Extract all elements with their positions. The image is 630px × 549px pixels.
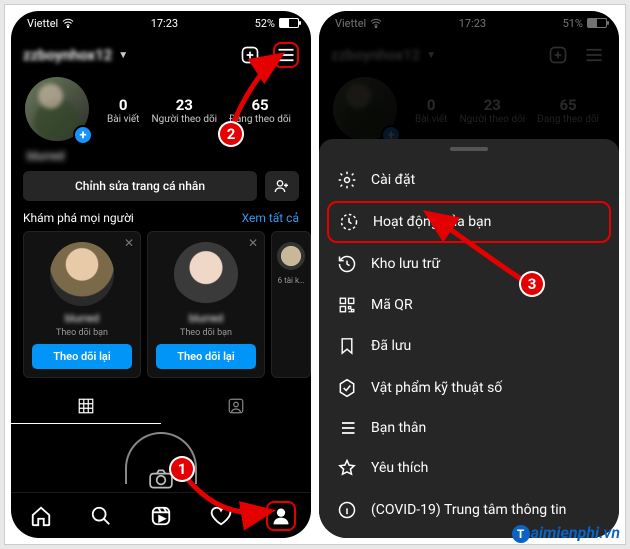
nav-search[interactable] bbox=[86, 501, 116, 531]
chevron-down-icon[interactable]: ▼ bbox=[118, 50, 128, 61]
menu-close-friends[interactable]: Bạn thân bbox=[319, 409, 619, 447]
follow-back-button[interactable]: Theo dõi lại bbox=[32, 344, 132, 369]
menu-label: Mã QR bbox=[371, 297, 413, 313]
grid-tab[interactable] bbox=[11, 388, 161, 424]
menu-qr[interactable]: Mã QR bbox=[319, 285, 619, 325]
menu-label: Kho lưu trữ bbox=[371, 256, 440, 272]
info-icon bbox=[337, 500, 357, 520]
annotation-step-3: 3 bbox=[519, 271, 545, 297]
history-icon bbox=[337, 254, 357, 274]
annotation-step-1: 1 bbox=[169, 456, 195, 482]
display-name: blurred bbox=[11, 145, 311, 171]
wifi-icon bbox=[62, 18, 74, 28]
menu-digital-collectibles[interactable]: Vật phẩm kỹ thuật số bbox=[319, 367, 619, 409]
menu-favorites[interactable]: Yêu thích bbox=[319, 447, 619, 489]
phone-right: Viettel 17:23 51% zzboynhox12 ▼ + 0Bài v… bbox=[319, 11, 619, 538]
nav-reels[interactable] bbox=[146, 501, 176, 531]
discover-title: Khám phá mọi người bbox=[23, 211, 134, 225]
menu-label: Yêu thích bbox=[371, 460, 428, 476]
qr-icon bbox=[337, 296, 357, 314]
stat-posts[interactable]: 0 Bài viết bbox=[107, 96, 139, 125]
profile-stats: 0 Bài viết 23 Người theo dõi 65 Đang the… bbox=[101, 96, 297, 125]
tagged-tab[interactable] bbox=[161, 388, 311, 424]
annotation-step-2: 2 bbox=[218, 121, 244, 147]
menu-button[interactable] bbox=[273, 42, 299, 68]
add-story-badge[interactable]: + bbox=[73, 125, 93, 145]
list-icon bbox=[337, 420, 357, 436]
menu-label: (COVID-19) Trung tâm thông tin bbox=[371, 502, 566, 518]
menu-label: Cài đặt bbox=[371, 172, 415, 188]
carrier-label: Viettel bbox=[27, 17, 58, 30]
close-icon[interactable]: ✕ bbox=[124, 236, 134, 250]
bookmark-icon bbox=[337, 336, 357, 356]
stat-following[interactable]: 65 Đang theo dõi bbox=[229, 96, 291, 125]
menu-saved[interactable]: Đã lưu bbox=[319, 325, 619, 367]
suggestion-card[interactable]: 6 tài k… bbox=[271, 231, 311, 378]
hexagon-check-icon bbox=[337, 378, 357, 398]
username[interactable]: zzboynhox12 bbox=[23, 46, 112, 64]
menu-label: Hoạt động của bạn bbox=[373, 214, 491, 230]
menu-your-activity[interactable]: Hoạt động của bạn bbox=[327, 201, 611, 243]
status-bar: Viettel 17:23 52% bbox=[11, 11, 311, 35]
close-icon[interactable]: ✕ bbox=[248, 236, 258, 250]
edit-profile-button[interactable]: Chỉnh sửa trang cá nhân bbox=[23, 171, 257, 201]
clock: 17:23 bbox=[151, 17, 178, 30]
battery-percent: 52% bbox=[255, 17, 275, 30]
activity-icon bbox=[339, 212, 359, 232]
phone-left: Viettel 17:23 52% zzboynhox12 ▼ + 0 bbox=[11, 11, 311, 538]
discover-cards[interactable]: ✕ blurred Theo dõi bạn Theo dõi lại ✕ bl… bbox=[11, 231, 311, 378]
watermark: Taimienphi.vn bbox=[512, 523, 620, 543]
see-all-link[interactable]: Xem tất cả bbox=[242, 211, 299, 225]
sheet-grabber[interactable] bbox=[450, 147, 488, 151]
gear-icon bbox=[337, 170, 357, 190]
nav-activity[interactable] bbox=[206, 501, 236, 531]
avatar[interactable]: + bbox=[25, 77, 91, 143]
bottom-nav bbox=[11, 492, 311, 538]
menu-label: Bạn thân bbox=[371, 420, 426, 436]
menu-label: Đã lưu bbox=[371, 338, 411, 354]
profile-header: zzboynhox12 ▼ bbox=[11, 35, 311, 75]
nav-home[interactable] bbox=[26, 501, 56, 531]
stat-followers[interactable]: 23 Người theo dõi bbox=[152, 96, 218, 125]
battery-icon bbox=[279, 18, 299, 28]
star-icon bbox=[337, 458, 357, 478]
menu-archive[interactable]: Kho lưu trữ bbox=[319, 243, 619, 285]
follow-back-button[interactable]: Theo dõi lại bbox=[156, 344, 256, 369]
suggestion-card[interactable]: ✕ blurred Theo dõi bạn Theo dõi lại bbox=[23, 231, 141, 378]
create-button[interactable] bbox=[237, 42, 263, 68]
settings-sheet: Cài đặt Hoạt động của bạn Kho lưu trữ Mã… bbox=[319, 139, 619, 538]
menu-settings[interactable]: Cài đặt bbox=[319, 159, 619, 201]
discover-people-button[interactable] bbox=[265, 171, 299, 201]
nav-profile[interactable] bbox=[266, 501, 296, 531]
suggestion-card[interactable]: ✕ blurred Theo dõi bạn Theo dõi lại bbox=[147, 231, 265, 378]
profile-tabs bbox=[11, 388, 311, 424]
menu-label: Vật phẩm kỹ thuật số bbox=[371, 380, 502, 396]
